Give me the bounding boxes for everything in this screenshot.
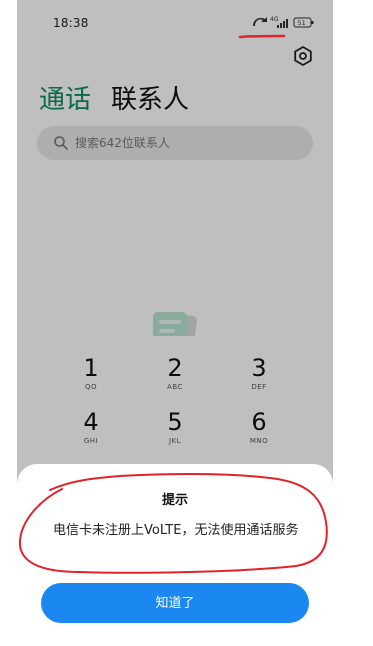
dialog-title: 提示 — [161, 493, 188, 508]
confirm-button[interactable]: 知道了 — [41, 583, 309, 623]
phone-screen: 18:38 4G 51 通话 联系人 搜索642位联系人 1 QO 2 ABC … — [17, 0, 333, 646]
dialog-message: 电信卡未注册上VoLTE，无法使用通话服务 — [53, 523, 299, 538]
alert-dialog: 提示 电信卡未注册上VoLTE，无法使用通话服务 知道了 — [17, 464, 333, 646]
